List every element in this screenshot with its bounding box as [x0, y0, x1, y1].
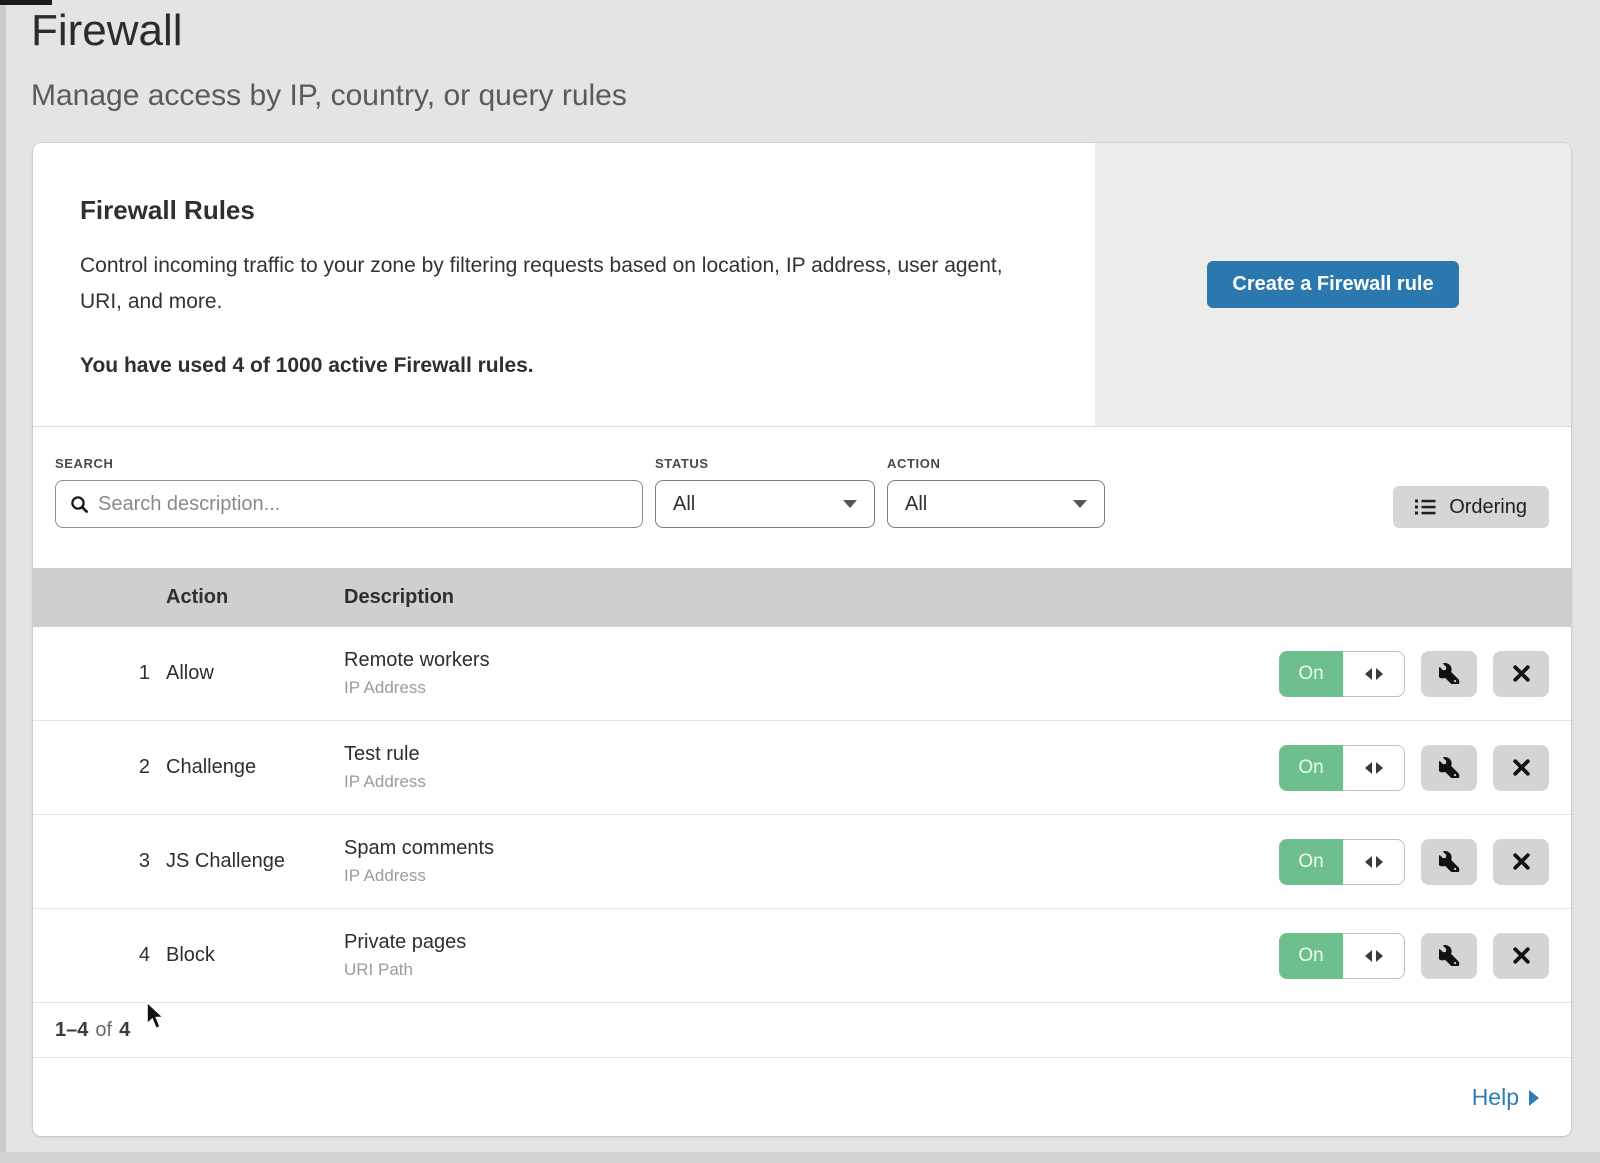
toggle-on-label: On [1279, 933, 1343, 979]
edit-rule-button[interactable] [1421, 651, 1477, 697]
firewall-rules-info-section: Firewall Rules Control incoming traffic … [33, 143, 1571, 427]
rule-field: IP Address [344, 772, 1279, 792]
table-row: 4 Block Private pages URI Path On [33, 909, 1571, 1003]
pagination-of: of [95, 1019, 112, 1042]
pagination: 1–4 of 4 [33, 1003, 1571, 1057]
rule-priority: 1 [33, 662, 166, 685]
toggle-on-label: On [1279, 839, 1343, 885]
card-footer: Help [33, 1057, 1571, 1136]
delete-rule-button[interactable] [1493, 933, 1549, 979]
close-icon [1511, 663, 1532, 684]
edit-rule-button[interactable] [1421, 839, 1477, 885]
status-select[interactable]: All [655, 480, 875, 528]
list-icon [1415, 498, 1437, 516]
page-subtitle: Manage access by IP, country, or query r… [31, 79, 627, 113]
ordering-button[interactable]: Ordering [1393, 486, 1549, 528]
rule-enabled-toggle[interactable]: On [1279, 933, 1405, 979]
section-description: Control incoming traffic to your zone by… [80, 248, 1025, 320]
rule-field: IP Address [344, 678, 1279, 698]
chevron-down-icon [843, 500, 857, 508]
pagination-range: 1–4 [55, 1019, 88, 1042]
search-field[interactable] [55, 480, 643, 528]
filter-bar: SEARCH STATUS All ACTION All [33, 427, 1571, 568]
status-select-value: All [673, 493, 695, 516]
toggle-arrows-icon [1343, 651, 1405, 697]
action-select-value: All [905, 493, 927, 516]
search-label: SEARCH [55, 456, 643, 471]
description-column-header: Description [344, 586, 1571, 609]
rule-field: IP Address [344, 866, 1279, 886]
toggle-arrows-icon [1343, 933, 1405, 979]
screen-edge-bottom [0, 1152, 1600, 1163]
ordering-button-label: Ordering [1449, 496, 1527, 519]
pagination-total: 4 [119, 1019, 130, 1042]
close-icon [1511, 945, 1532, 966]
chevron-down-icon [1073, 500, 1087, 508]
delete-rule-button[interactable] [1493, 745, 1549, 791]
edit-rule-button[interactable] [1421, 933, 1477, 979]
toggle-on-label: On [1279, 651, 1343, 697]
close-icon [1511, 757, 1532, 778]
firewall-rules-card: Firewall Rules Control incoming traffic … [33, 143, 1571, 1136]
rule-action: Challenge [166, 756, 344, 779]
edit-rule-button[interactable] [1421, 745, 1477, 791]
arrow-right-icon [1529, 1090, 1539, 1106]
wrench-icon [1439, 663, 1460, 684]
screen-edge-top [0, 0, 52, 5]
rule-action: Block [166, 944, 344, 967]
usage-summary: You have used 4 of 1000 active Firewall … [80, 354, 1088, 378]
rule-enabled-toggle[interactable]: On [1279, 839, 1405, 885]
rule-description: Private pages [344, 931, 1279, 954]
delete-rule-button[interactable] [1493, 839, 1549, 885]
delete-rule-button[interactable] [1493, 651, 1549, 697]
close-icon [1511, 851, 1532, 872]
table-row: 3 JS Challenge Spam comments IP Address … [33, 815, 1571, 909]
toggle-arrows-icon [1343, 745, 1405, 791]
search-input[interactable] [98, 493, 628, 516]
page-title: Firewall [31, 6, 183, 56]
screen-edge-left [0, 0, 6, 1163]
toggle-arrows-icon [1343, 839, 1405, 885]
rule-description: Remote workers [344, 649, 1279, 672]
table-header: Action Description [33, 568, 1571, 627]
rule-enabled-toggle[interactable]: On [1279, 651, 1405, 697]
status-label: STATUS [655, 456, 875, 471]
table-row: 1 Allow Remote workers IP Address On [33, 627, 1571, 721]
rule-action: Allow [166, 662, 344, 685]
action-select[interactable]: All [887, 480, 1105, 528]
toggle-on-label: On [1279, 745, 1343, 791]
table-row: 2 Challenge Test rule IP Address On [33, 721, 1571, 815]
mouse-cursor [146, 1001, 168, 1038]
action-column-header: Action [166, 586, 344, 609]
help-link[interactable]: Help [1472, 1084, 1539, 1111]
rule-field: URI Path [344, 960, 1279, 980]
rule-priority: 3 [33, 850, 166, 873]
create-firewall-rule-button[interactable]: Create a Firewall rule [1207, 261, 1458, 308]
action-label: ACTION [887, 456, 1105, 471]
create-rule-panel: Create a Firewall rule [1095, 143, 1571, 426]
help-link-label: Help [1472, 1084, 1519, 1111]
rule-description: Spam comments [344, 837, 1279, 860]
wrench-icon [1439, 945, 1460, 966]
section-heading: Firewall Rules [80, 195, 1088, 226]
rule-action: JS Challenge [166, 850, 344, 873]
rule-description: Test rule [344, 743, 1279, 766]
rule-priority: 4 [33, 944, 166, 967]
wrench-icon [1439, 851, 1460, 872]
search-icon [70, 495, 89, 514]
rule-enabled-toggle[interactable]: On [1279, 745, 1405, 791]
wrench-icon [1439, 757, 1460, 778]
rule-priority: 2 [33, 756, 166, 779]
